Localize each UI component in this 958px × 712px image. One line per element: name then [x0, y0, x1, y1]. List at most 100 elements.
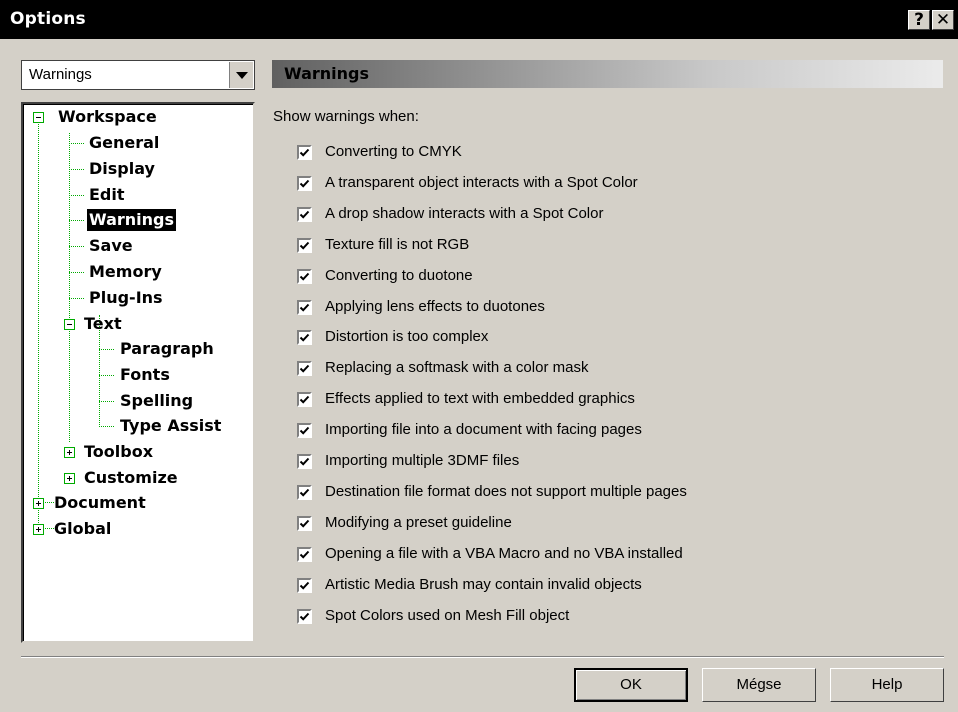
- cancel-button[interactable]: Mégse: [702, 668, 816, 702]
- options-tree[interactable]: Workspace General Display Edit Warnings …: [21, 102, 255, 643]
- checkbox[interactable]: [297, 300, 312, 315]
- tree-item-toolbox[interactable]: Toolbox: [84, 441, 153, 463]
- checkbox[interactable]: [297, 578, 312, 593]
- tree-item-customize[interactable]: Customize: [84, 467, 178, 489]
- options-dialog: Options ? ✕ Warnings Workspace General D…: [0, 0, 958, 712]
- collapse-icon[interactable]: [64, 319, 75, 330]
- ok-button[interactable]: OK: [574, 668, 688, 702]
- checkmark-icon: [299, 303, 310, 312]
- warning-checkbox-label: Importing file into a document with faci…: [325, 421, 642, 438]
- show-warnings-label: Show warnings when:: [273, 108, 419, 125]
- warning-checkbox-label: Destination file format does not support…: [325, 483, 687, 500]
- checkmark-icon: [299, 488, 310, 497]
- checkmark-icon: [299, 241, 310, 250]
- tree-item-edit[interactable]: Edit: [89, 184, 125, 206]
- help-button[interactable]: Help: [830, 668, 944, 702]
- expand-icon[interactable]: [64, 473, 75, 484]
- warning-checkbox-label: Converting to duotone: [325, 267, 473, 284]
- dropdown-button[interactable]: [229, 62, 253, 88]
- tree-item-display[interactable]: Display: [89, 158, 155, 180]
- warning-checkbox-label: A transparent object interacts with a Sp…: [325, 174, 638, 191]
- checkbox[interactable]: [297, 238, 312, 253]
- warning-checkbox-label: Texture fill is not RGB: [325, 236, 470, 253]
- tree-line: [69, 195, 84, 196]
- warning-checkbox-label: Importing multiple 3DMF files: [325, 452, 520, 469]
- separator: [21, 656, 944, 658]
- warning-checkbox-label: Distortion is too complex: [325, 328, 489, 345]
- tree-line: [69, 327, 70, 442]
- warning-checkbox-label: Modifying a preset guideline: [325, 514, 512, 531]
- tree-line: [99, 401, 114, 402]
- warning-checkbox-label: Artistic Media Brush may contain invalid…: [325, 576, 642, 593]
- checkbox[interactable]: [297, 609, 312, 624]
- tree-item-warnings[interactable]: Warnings: [85, 208, 178, 232]
- checkbox[interactable]: [297, 423, 312, 438]
- warning-checkbox-label: Spot Colors used on Mesh Fill object: [325, 607, 570, 624]
- expand-icon[interactable]: [33, 498, 44, 509]
- title-bar: Options ? ✕: [0, 0, 958, 39]
- panel-header-title: Warnings: [284, 64, 370, 83]
- tree-item-paragraph[interactable]: Paragraph: [120, 338, 214, 360]
- checkmark-icon: [299, 333, 310, 342]
- checkbox[interactable]: [297, 485, 312, 500]
- checkmark-icon: [299, 519, 310, 528]
- checkmark-icon: [299, 581, 310, 590]
- checkbox[interactable]: [297, 547, 312, 562]
- close-icon[interactable]: ✕: [932, 10, 954, 30]
- tree-line: [99, 349, 114, 350]
- tree-item-text[interactable]: Text: [84, 313, 122, 335]
- checkbox[interactable]: [297, 516, 312, 531]
- tree-line: [38, 121, 39, 527]
- tree-line: [99, 426, 114, 427]
- checkmark-icon: [299, 612, 310, 621]
- tree-item-spelling[interactable]: Spelling: [120, 390, 193, 412]
- checkbox[interactable]: [297, 330, 312, 345]
- warning-checkbox-label: Replacing a softmask with a color mask: [325, 359, 589, 376]
- tree-line: [69, 169, 84, 170]
- checkbox[interactable]: [297, 269, 312, 284]
- checkbox[interactable]: [297, 454, 312, 469]
- chevron-down-icon: [236, 72, 248, 79]
- panel-header: Warnings: [272, 60, 943, 88]
- tree-line: [69, 272, 84, 273]
- checkbox[interactable]: [297, 392, 312, 407]
- checkmark-icon: [299, 179, 310, 188]
- expand-icon[interactable]: [64, 447, 75, 458]
- checkbox[interactable]: [297, 361, 312, 376]
- checkmark-icon: [299, 426, 310, 435]
- warning-checkbox-label: Applying lens effects to duotones: [325, 298, 545, 315]
- checkmark-icon: [299, 395, 310, 404]
- tree-line: [69, 246, 84, 247]
- tree-item-memory[interactable]: Memory: [89, 261, 162, 283]
- warning-checkbox-label: A drop shadow interacts with a Spot Colo…: [325, 205, 604, 222]
- tree-item-plugins[interactable]: Plug-Ins: [89, 287, 163, 309]
- checkbox[interactable]: [297, 207, 312, 222]
- tree-item-save[interactable]: Save: [89, 235, 133, 257]
- tree-line: [69, 143, 84, 144]
- checkmark-icon: [299, 210, 310, 219]
- tree-item-general[interactable]: General: [89, 132, 159, 154]
- tree-item-global[interactable]: Global: [54, 518, 111, 540]
- warning-checkbox-label: Converting to CMYK: [325, 143, 462, 160]
- tree-line: [69, 298, 84, 299]
- collapse-icon[interactable]: [33, 112, 44, 123]
- help-icon[interactable]: ?: [908, 10, 930, 30]
- warning-checkbox-label: Opening a file with a VBA Macro and no V…: [325, 545, 683, 562]
- expand-icon[interactable]: [33, 524, 44, 535]
- tree-line: [99, 375, 114, 376]
- checkmark-icon: [299, 148, 310, 157]
- checkbox[interactable]: [297, 176, 312, 191]
- checkmark-icon: [299, 272, 310, 281]
- category-dropdown-value: Warnings: [29, 66, 92, 83]
- tree-item-fonts[interactable]: Fonts: [120, 364, 170, 386]
- checkmark-icon: [299, 364, 310, 373]
- tree-canvas: Workspace General Display Edit Warnings …: [23, 104, 253, 641]
- dialog-title: Options: [10, 9, 86, 29]
- tree-item-document[interactable]: Document: [54, 492, 146, 514]
- tree-item-type-assist[interactable]: Type Assist: [120, 415, 221, 437]
- checkmark-icon: [299, 457, 310, 466]
- tree-item-workspace[interactable]: Workspace: [58, 106, 157, 128]
- category-dropdown[interactable]: Warnings: [21, 60, 255, 90]
- tree-line: [69, 220, 84, 221]
- checkbox[interactable]: [297, 145, 312, 160]
